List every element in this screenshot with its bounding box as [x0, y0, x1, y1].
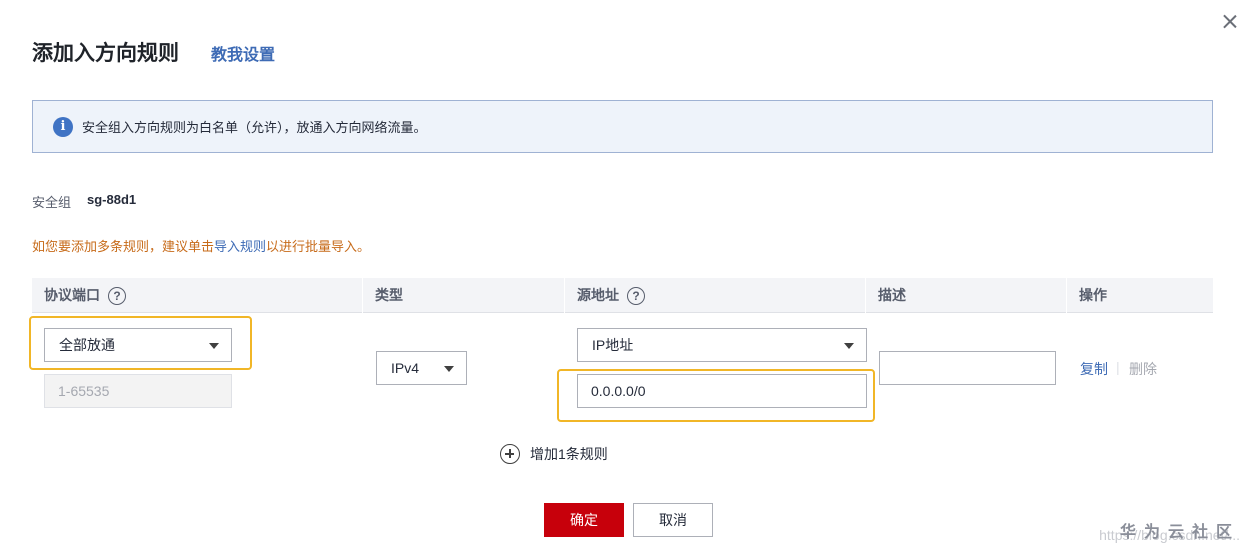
col-type: 类型 [375, 287, 403, 303]
plus-circle-icon [500, 444, 520, 464]
add-rule-label: 增加1条规则 [530, 446, 608, 462]
col-source: 源地址 ? [577, 278, 645, 313]
cancel-button[interactable]: 取消 [633, 503, 713, 537]
watermark-brand: 华为云社区 [1119, 524, 1240, 541]
help-circle-icon[interactable]: ? [627, 286, 645, 305]
info-icon: i [53, 116, 73, 137]
col-protocol-port: 协议端口 ? [44, 278, 126, 313]
delete-link[interactable]: 删除 [1129, 359, 1157, 379]
help-link[interactable]: 教我设置 [211, 41, 275, 65]
close-icon[interactable] [1220, 12, 1240, 32]
action-separator: | [1116, 359, 1120, 375]
confirm-button[interactable]: 确定 [544, 503, 624, 537]
import-rules-link[interactable]: 导入规则 [214, 239, 266, 254]
description-input[interactable] [879, 351, 1056, 385]
caret-down-icon [209, 343, 219, 349]
import-hint: 如您要添加多条规则，建议单击导入规则以进行批量导入。 [32, 236, 370, 255]
security-group-value: sg-88d1 [87, 192, 137, 207]
table-header: 协议端口 ? 类型 源地址 ? 描述 操作 [32, 278, 1213, 313]
type-select[interactable]: IPv4 [376, 351, 467, 385]
type-select-value: IPv4 [391, 360, 420, 376]
notice-text: 安全组入方向规则为白名单（允许），放通入方向网络流量。 [82, 120, 427, 135]
source-type-select[interactable]: IP地址 [577, 328, 867, 362]
security-group-label: 安全组 [32, 195, 72, 210]
col-description: 描述 [878, 287, 906, 303]
copy-link[interactable]: 复制 [1080, 359, 1108, 379]
add-rule-button[interactable]: 增加1条规则 [500, 444, 608, 464]
source-address-input[interactable]: 0.0.0.0/0 [577, 374, 867, 408]
protocol-select[interactable]: 全部放通 [44, 328, 232, 362]
protocol-select-value: 全部放通 [59, 337, 115, 353]
dialog-title: 添加入方向规则 [32, 42, 179, 65]
source-type-value: IP地址 [592, 337, 634, 353]
caret-down-icon [844, 343, 854, 349]
col-protocol-port-label: 协议端口 [44, 287, 100, 303]
hint-prefix: 如您要添加多条规则，建议单击 [32, 239, 215, 254]
port-input[interactable]: 1-65535 [44, 374, 232, 408]
help-circle-icon[interactable]: ? [108, 286, 126, 305]
caret-down-icon [444, 366, 454, 372]
col-actions: 操作 [1079, 287, 1107, 303]
info-notice: i 安全组入方向规则为白名单（允许），放通入方向网络流量。 [32, 100, 1213, 153]
col-source-label: 源地址 [577, 287, 619, 303]
hint-suffix: 以进行批量导入。 [266, 239, 371, 254]
